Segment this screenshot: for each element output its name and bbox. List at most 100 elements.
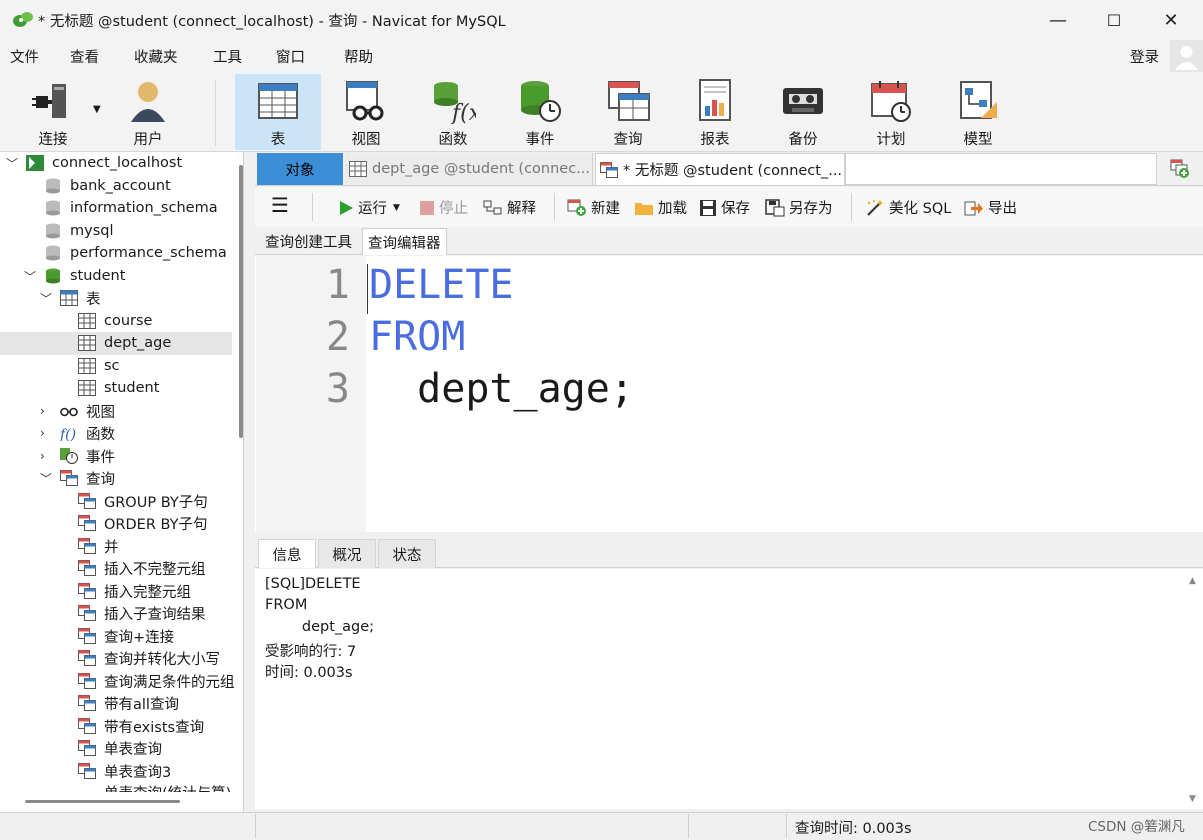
new-query-button[interactable]: 新建 — [567, 197, 620, 218]
events-folder-label: 事件 — [86, 449, 115, 466]
chevron-down-icon[interactable]: ﹀ — [6, 155, 18, 172]
minimize-button[interactable]: — — [1030, 0, 1086, 40]
tree-query[interactable]: 查询+连接 — [0, 625, 232, 648]
tree-vertical-scrollbar[interactable] — [239, 165, 243, 438]
chevron-right-icon[interactable]: › — [40, 426, 45, 440]
event-button[interactable]: 事件 — [497, 74, 583, 150]
tree-query[interactable]: ORDER BY子句 — [0, 512, 232, 535]
tab-profile[interactable]: 概况 — [318, 539, 376, 568]
beautify-sql-button[interactable]: 美化 SQL — [865, 197, 951, 218]
code-line[interactable]: dept_age; — [369, 366, 634, 412]
tree-queries-folder[interactable]: ﹀ 查询 — [0, 467, 232, 490]
query-icon — [78, 515, 96, 531]
tab-status[interactable]: 状态 — [378, 539, 436, 568]
tree-table[interactable]: course — [0, 310, 232, 333]
code-line-keyword[interactable]: FROM — [369, 314, 465, 360]
query-button[interactable]: 查询 — [585, 74, 671, 150]
tree-connection[interactable]: ﹀ connect_localhost — [0, 152, 232, 175]
tree-database-student[interactable]: ﹀ student — [0, 265, 232, 288]
function-button[interactable]: f(x) 函数 — [410, 74, 496, 150]
query-icon — [78, 695, 96, 711]
tab-objects[interactable]: 对象 — [257, 153, 343, 185]
tree-table[interactable]: sc — [0, 355, 232, 378]
tree-query[interactable]: GROUP BY子句 — [0, 490, 232, 513]
stop-button[interactable]: 停止 — [419, 197, 468, 218]
save-button[interactable]: 保存 — [699, 197, 750, 218]
tree-query[interactable]: 单表查询3 — [0, 760, 232, 783]
chevron-down-icon[interactable]: ﹀ — [40, 470, 52, 487]
event-icon — [521, 81, 561, 122]
table-icon — [78, 380, 96, 396]
tab-dept-age[interactable]: dept_age @student (connec... — [345, 153, 593, 185]
menu-view[interactable]: 查看 — [70, 46, 99, 67]
tree-query[interactable]: 查询满足条件的元组 — [0, 670, 235, 693]
scroll-up-arrow-icon[interactable]: ▲ — [1189, 576, 1196, 586]
avatar[interactable] — [1170, 40, 1203, 72]
scroll-down-arrow-icon[interactable]: ▼ — [1189, 794, 1196, 804]
line-number: 2 — [325, 314, 350, 360]
menu-file[interactable]: 文件 — [10, 46, 39, 67]
tree-query[interactable]: 插入完整元组 — [0, 580, 232, 603]
run-button[interactable]: 运行 ▼ — [338, 197, 400, 218]
menu-tools[interactable]: 工具 — [213, 46, 242, 67]
connect-button[interactable]: 连接 — [10, 74, 96, 150]
close-button[interactable]: ✕ — [1143, 0, 1199, 40]
tree-views-folder[interactable]: › 视图 — [0, 400, 232, 423]
tree-query[interactable]: 带有all查询 — [0, 692, 232, 715]
login-link[interactable]: 登录 — [1130, 46, 1159, 67]
query-label: 查询满足条件的元组 — [104, 674, 235, 691]
tree-database[interactable]: information_schema — [0, 197, 232, 220]
tab-query-editor[interactable]: 查询编辑器 — [362, 228, 447, 255]
save-as-button[interactable]: 另存为 — [765, 197, 833, 218]
tree-database[interactable]: performance_schema — [0, 242, 232, 265]
code-line-keyword[interactable]: DELETE — [369, 262, 514, 308]
chevron-down-icon[interactable]: ﹀ — [40, 290, 52, 307]
tree-table[interactable]: student — [0, 377, 232, 400]
model-label: 模型 — [963, 132, 993, 148]
tree-query[interactable]: 并 — [0, 535, 232, 558]
connect-dropdown-icon[interactable]: ▼ — [93, 104, 101, 115]
tree-query[interactable]: 插入不完整元组 — [0, 557, 232, 580]
tree-events-folder[interactable]: › 事件 — [0, 445, 232, 468]
report-button[interactable]: 报表 — [672, 74, 758, 150]
user-button[interactable]: 用户 — [105, 74, 191, 150]
export-button[interactable]: 导出 — [964, 197, 1017, 218]
load-button[interactable]: 加载 — [634, 197, 687, 218]
tree-query[interactable]: 单表查询 — [0, 737, 232, 760]
tab-query-builder[interactable]: 查询创建工具 — [260, 228, 357, 255]
chevron-right-icon[interactable]: › — [40, 404, 45, 418]
tree-database[interactable]: mysql — [0, 220, 232, 243]
tree-table-selected[interactable]: dept_age — [0, 332, 232, 355]
view-button[interactable]: 视图 — [323, 74, 409, 150]
backup-button[interactable]: 备份 — [760, 74, 846, 150]
run-dropdown-icon[interactable]: ▼ — [393, 203, 400, 213]
status-divider — [688, 814, 689, 838]
schedule-button[interactable]: 计划 — [848, 74, 934, 150]
tree-query[interactable]: 单表查询(统计与算) — [0, 782, 232, 792]
new-query-tab-button[interactable] — [1158, 153, 1202, 185]
explain-button[interactable]: 解释 — [483, 197, 536, 218]
tree-query[interactable]: 查询并转化大小写 — [0, 647, 232, 670]
export-label: 导出 — [988, 201, 1017, 217]
result-message-pane[interactable] — [255, 569, 1203, 809]
tree-query[interactable]: 插入子查询结果 — [0, 602, 232, 625]
hamburger-menu-icon[interactable]: ☰ — [271, 193, 289, 217]
maximize-button[interactable]: ☐ — [1086, 0, 1142, 40]
menu-window[interactable]: 窗口 — [276, 46, 305, 67]
tree-database[interactable]: bank_account — [0, 175, 232, 198]
tree-query[interactable]: 带有exists查询 — [0, 715, 232, 738]
menu-favorites[interactable]: 收藏夹 — [134, 46, 178, 67]
tree-horizontal-scrollbar[interactable] — [25, 800, 180, 803]
tree-tables-folder[interactable]: ﹀ 表 — [0, 287, 232, 310]
chevron-down-icon[interactable]: ﹀ — [24, 268, 36, 285]
floppy-icon — [700, 199, 716, 216]
result-vertical-scrollbar[interactable]: ▲ ▼ — [1183, 572, 1203, 810]
tab-message[interactable]: 信息 — [258, 539, 316, 568]
table-button[interactable]: 表 — [235, 74, 321, 150]
chevron-right-icon[interactable]: › — [40, 449, 45, 463]
model-button[interactable]: 模型 — [935, 74, 1021, 150]
tree-functions-folder[interactable]: › f() 函数 — [0, 422, 232, 445]
report-label: 报表 — [700, 132, 730, 148]
menu-help[interactable]: 帮助 — [344, 46, 373, 67]
tab-untitled-query[interactable]: * 无标题 @student (connect_... — [595, 153, 845, 185]
